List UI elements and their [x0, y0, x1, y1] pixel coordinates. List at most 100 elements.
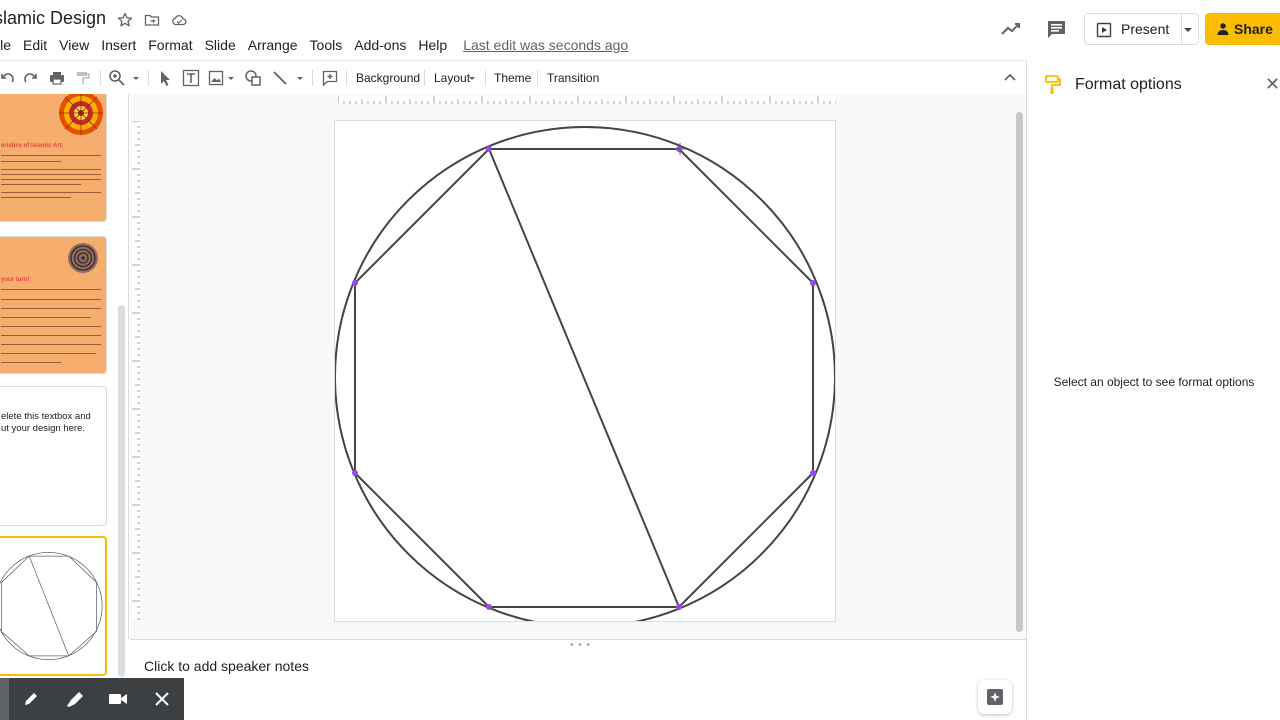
octagon-edge[interactable]	[678, 148, 814, 284]
select-cursor-icon[interactable]	[158, 69, 172, 87]
octagon-edge[interactable]	[354, 472, 490, 608]
camera-button[interactable]	[96, 678, 140, 720]
zoom-icon[interactable]	[108, 69, 126, 87]
text-line	[1, 289, 101, 290]
slide-thumbnail-current[interactable]	[0, 536, 107, 676]
background-button[interactable]: Background	[356, 69, 420, 87]
text-box-icon[interactable]	[182, 69, 200, 87]
line-dropdown-icon[interactable]	[296, 69, 304, 87]
menu-arrange[interactable]: Arrange	[242, 37, 304, 53]
shape-icon[interactable]	[244, 69, 262, 87]
menu-tools[interactable]: Tools	[304, 37, 349, 53]
text-line	[1, 308, 101, 309]
vertex-point[interactable]	[810, 280, 816, 286]
present-button[interactable]: Present	[1084, 13, 1199, 45]
vertex-point[interactable]	[810, 470, 816, 476]
highlighter-icon	[66, 692, 83, 707]
toolbar-grip[interactable]	[0, 678, 9, 720]
pen-button[interactable]	[9, 678, 53, 720]
image-dropdown-icon[interactable]	[227, 69, 235, 87]
line-icon[interactable]	[272, 69, 288, 87]
slides-app: slamic Design ile Edit View Insert Forma…	[0, 0, 1280, 720]
octagon-edge[interactable]	[354, 148, 490, 284]
vertex-point[interactable]	[486, 146, 492, 152]
text-line	[1, 169, 101, 170]
explore-button[interactable]	[978, 680, 1012, 714]
speaker-notes-area[interactable]: • • • Click to add speaker notes	[130, 639, 1026, 720]
image-icon[interactable]	[208, 69, 224, 87]
highlighter-button[interactable]	[53, 678, 97, 720]
present-label: Present	[1121, 21, 1170, 37]
slide-thumbnail[interactable]: elete this textbox and ut your design he…	[0, 386, 107, 526]
text-line	[1, 161, 61, 162]
text-line	[1, 179, 101, 180]
vertex-point[interactable]	[486, 604, 492, 610]
transition-button[interactable]: Transition	[547, 69, 599, 87]
menu-insert[interactable]: Insert	[95, 37, 142, 53]
paint-roller-icon	[1045, 75, 1061, 94]
share-button[interactable]: Share	[1205, 13, 1280, 45]
text-line	[1, 335, 101, 336]
redo-icon[interactable]	[24, 69, 40, 87]
last-edit-link[interactable]: Last edit was seconds ago	[463, 37, 628, 53]
menu-slide[interactable]: Slide	[199, 37, 242, 53]
pen-icon	[24, 693, 37, 705]
comments-icon[interactable]	[1046, 19, 1068, 39]
close-toolbar-button[interactable]	[140, 678, 184, 720]
print-icon[interactable]	[49, 69, 65, 87]
vertex-point[interactable]	[676, 604, 682, 610]
speaker-notes-placeholder[interactable]: Click to add speaker notes	[144, 658, 309, 674]
move-to-folder-icon[interactable]	[144, 12, 160, 28]
maze-image	[68, 243, 98, 273]
close-icon[interactable]: ✕	[1265, 75, 1280, 93]
menu-help[interactable]: Help	[412, 37, 453, 53]
menu-edit[interactable]: Edit	[17, 37, 53, 53]
menu-bar: ile Edit View Insert Format Slide Arrang…	[0, 36, 628, 54]
slide-canvas[interactable]	[334, 120, 836, 622]
filmstrip-scrollbar[interactable]	[118, 305, 125, 677]
zoom-dropdown-icon[interactable]	[132, 69, 140, 87]
slide-thumbnail[interactable]: eristics of Islamic Art:	[0, 94, 107, 222]
vertex-point[interactable]	[352, 280, 358, 286]
format-options-title: Format options	[1075, 76, 1182, 93]
present-icon	[1096, 22, 1112, 38]
star-icon[interactable]	[117, 12, 133, 28]
format-options-panel: Format options ✕ Select an object to see…	[1026, 60, 1280, 720]
octagon-design-drawing	[335, 126, 835, 621]
slide-thumbnail[interactable]: your turn!	[0, 236, 107, 374]
canvas-scrollbar[interactable]	[1016, 112, 1023, 632]
thumbnail-text-line-2: ut your design here.	[1, 423, 85, 434]
undo-icon[interactable]	[0, 69, 14, 87]
toolbar-separator	[346, 70, 347, 86]
menu-format[interactable]: Format	[142, 37, 198, 53]
share-label: Share	[1234, 21, 1273, 37]
notes-resize-handle[interactable]: • • •	[570, 640, 591, 651]
menu-addons[interactable]: Add-ons	[348, 37, 412, 53]
layout-button[interactable]: Layout	[434, 69, 470, 87]
present-options-chevron-icon[interactable]	[1183, 26, 1193, 34]
layout-dropdown-icon[interactable]	[468, 69, 476, 87]
document-title[interactable]: slamic Design	[0, 8, 106, 29]
paint-format-icon[interactable]	[75, 69, 91, 87]
text-line	[1, 299, 101, 300]
vertex-point[interactable]	[352, 470, 358, 476]
collapse-toolbar-chevron-icon[interactable]	[1003, 69, 1017, 87]
cloud-saved-icon[interactable]	[171, 12, 187, 28]
video-camera-icon	[109, 694, 128, 704]
text-line	[1, 317, 91, 318]
octagon-edge[interactable]	[678, 472, 814, 608]
horizontal-ruler	[338, 96, 836, 104]
diagonal-line[interactable]	[488, 148, 680, 608]
vertical-ruler	[132, 121, 140, 621]
annotation-toolbar	[0, 678, 184, 720]
activity-dashboard-icon[interactable]	[1000, 19, 1022, 39]
text-line	[1, 174, 101, 175]
toolbar-separator	[100, 70, 101, 86]
theme-button[interactable]: Theme	[494, 69, 531, 87]
comment-add-icon[interactable]	[322, 69, 338, 87]
menu-file[interactable]: ile	[0, 37, 17, 53]
menu-view[interactable]: View	[53, 37, 95, 53]
format-options-message: Select an object to see format options	[1053, 375, 1255, 389]
outer-circle[interactable]	[335, 126, 835, 621]
close-icon	[155, 692, 169, 706]
